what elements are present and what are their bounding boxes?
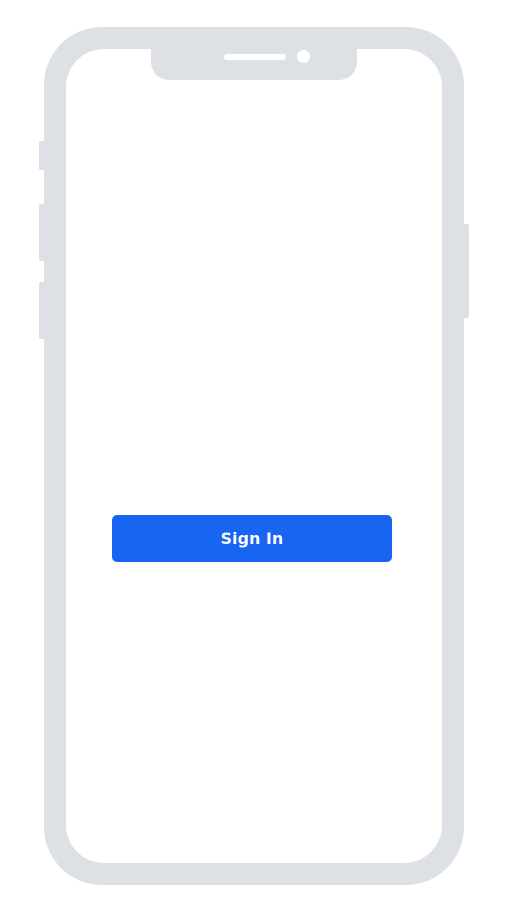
front-camera-icon bbox=[297, 50, 310, 63]
sign-in-button[interactable]: Sign In bbox=[112, 515, 392, 562]
speaker-grille bbox=[224, 54, 286, 60]
phone-notch bbox=[151, 49, 357, 80]
phone-screen: Sign In bbox=[66, 49, 442, 863]
phone-frame: Sign In bbox=[44, 27, 464, 885]
